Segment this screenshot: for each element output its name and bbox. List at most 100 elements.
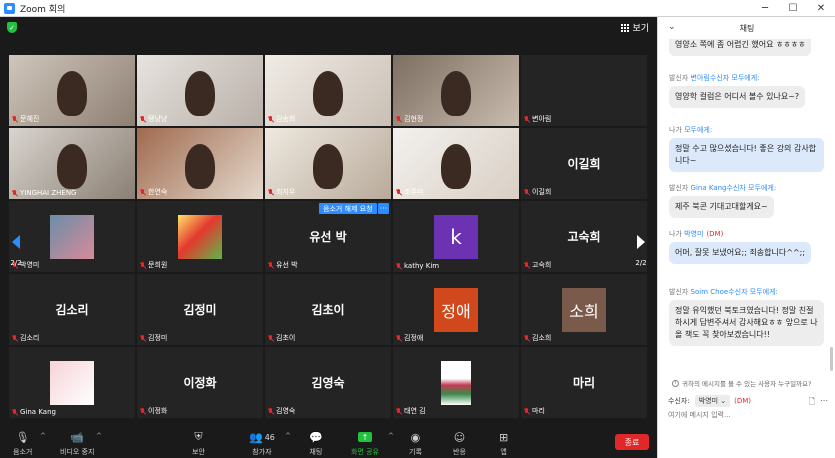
chat-message[interactable]: 영양소 쪽에 좀 어렵긴 했어요 ㅎㅎㅎㅎ	[669, 39, 824, 56]
participant-name-label: 김정애	[396, 333, 423, 343]
participant-name: 김소리	[20, 334, 40, 342]
record-button[interactable]: ◉ 기록	[409, 430, 422, 457]
participant-tile[interactable]: 이정화 이정화	[137, 347, 263, 418]
chat-message[interactable]: 발신자 Soim Choe수신자 모두에게: 정말 유익했던 북토크였습니다! 정…	[669, 287, 824, 346]
audio-options-caret[interactable]: ^	[40, 432, 46, 440]
close-button[interactable]: ✕	[807, 0, 835, 17]
participant-name-label: 김송희	[268, 114, 295, 124]
sender-name[interactable]: 박영미	[684, 230, 703, 238]
muted-microphone-icon	[524, 115, 530, 123]
participant-tile[interactable]: Gina Kang	[9, 347, 135, 418]
participant-name-label: 김현정	[396, 114, 423, 124]
participants-button[interactable]: 👥 46 참가자	[249, 430, 275, 457]
participant-tile[interactable]: 문혜진	[9, 55, 135, 126]
view-button-label: 보기	[632, 24, 649, 34]
participant-tile[interactable]: 김초이 김초이	[265, 274, 391, 345]
video-options-caret[interactable]: ^	[96, 432, 102, 440]
avatar: k	[434, 214, 478, 259]
participant-tile[interactable]: 김정미 김정미	[137, 274, 263, 345]
participant-figure	[312, 70, 343, 116]
sender-prefix: 발신자	[669, 288, 691, 296]
participant-tile[interactable]: 이길희 이길희	[521, 128, 647, 199]
chat-message[interactable]: 발신자 변아림수신자 모두에게: 영양학 컬럼은 어디서 볼수 있나요~?	[669, 73, 824, 108]
participant-tile[interactable]: k kathy Kim	[393, 201, 519, 272]
participant-name: 조주미	[404, 188, 424, 196]
participant-tile[interactable]: 태연 김	[393, 347, 519, 418]
minimize-button[interactable]: ─	[751, 0, 779, 17]
avatar: 정애	[434, 287, 478, 332]
participants-options-caret[interactable]: ^	[285, 432, 291, 440]
participant-name-label: 태연 김	[396, 406, 426, 416]
privacy-notice[interactable]: i 귀하의 메시지를 볼 수 있는 사용자 누구일까요?	[658, 376, 835, 390]
chat-message-input[interactable]	[668, 411, 828, 419]
end-meeting-button[interactable]: 종료	[615, 434, 649, 450]
stop-video-button[interactable]: 📹 비디오 중지	[60, 430, 94, 457]
more-icon[interactable]: ⋯	[820, 396, 828, 410]
page-indicator-left: 2/2	[10, 259, 22, 267]
participant-tile[interactable]: 탱냥냥	[137, 55, 263, 126]
muted-microphone-icon	[524, 334, 530, 342]
participant-name-label: 이정화	[140, 406, 167, 416]
view-button[interactable]: 보기	[621, 21, 649, 34]
muted-microphone-icon	[268, 334, 274, 342]
recipient-select[interactable]: 박영미 ⌄	[694, 395, 731, 407]
chat-bubble: 정말 유익했던 북토크였습니다! 정말 친절하시게 답변주셔서 감사해요ㅎㅎ 앞…	[669, 300, 824, 346]
previous-page-button[interactable]: 2/2	[7, 227, 25, 271]
mute-button[interactable]: 🎙 음소거	[13, 430, 32, 457]
participant-tile[interactable]: YINGHAI ZHENG	[9, 128, 135, 199]
reactions-button[interactable]: ☺ 반응	[453, 430, 466, 457]
participant-name: 김영숙	[276, 407, 296, 415]
participant-tile[interactable]: 소희 김소희	[521, 274, 647, 345]
next-page-button[interactable]: 2/2	[632, 227, 650, 271]
maximize-button[interactable]: ☐	[779, 0, 807, 17]
participant-tile[interactable]: 변아림	[521, 55, 647, 126]
video-area: ✓ 보기 문혜진 탱냥냥 김송희 김현정 변아림 YINGHAI ZHENG 한연숙 최지우 조…	[0, 17, 657, 427]
participant-name: 한연숙	[148, 188, 168, 196]
participant-tile[interactable]: 마리 마리	[521, 347, 647, 418]
sender-name[interactable]: 모두에게:	[684, 126, 712, 134]
share-screen-button[interactable]: ↑ 화면 공유	[351, 430, 379, 457]
participant-tile[interactable]: 김영숙 김영숙	[265, 347, 391, 418]
participant-tile[interactable]: 문희원	[137, 201, 263, 272]
participant-tile[interactable]: 한연숙	[137, 128, 263, 199]
participant-name-label: 변아림	[524, 114, 551, 124]
security-button[interactable]: ⛨ 보안	[192, 430, 205, 457]
participant-tile[interactable]: 고숙희 고숙희	[521, 201, 647, 272]
participant-name-label: 김초이	[268, 333, 295, 343]
file-icon[interactable]: 🗋	[809, 396, 815, 410]
info-icon: i	[672, 379, 679, 387]
chat-messages[interactable]: 영양소 쪽에 좀 어렵긴 했어요 ㅎㅎㅎㅎ 발신자 변아림수신자 모두에게: 영양학…	[658, 39, 835, 377]
top-strip: ✓ 보기	[0, 17, 657, 39]
participant-tile[interactable]: 김현정	[393, 55, 519, 126]
sender-name[interactable]: Soim Choe	[691, 288, 729, 296]
page-indicator-right: 2/2	[635, 259, 647, 267]
sender-prefix: 나가	[669, 126, 685, 134]
participant-tile[interactable]: 박영미	[9, 201, 135, 272]
chat-message[interactable]: 발신자 Gina Kang수신자 모두에게: 제주 북콘 기대고대할게요~	[669, 183, 824, 218]
participant-figure	[184, 70, 215, 116]
participant-tile[interactable]: 김소리 김소리	[9, 274, 135, 345]
request-unmute-button[interactable]: 음소거 해제 요청	[319, 203, 377, 214]
participant-tile[interactable]: 정애김정애	[393, 274, 519, 345]
chat-message[interactable]: 나가 박영미 (DM) 어머, 잘못 보냈어요;; 죄송합니다^^;;	[669, 229, 824, 264]
more-options-button[interactable]: ···	[378, 203, 389, 214]
chat-button[interactable]: 💬 채팅	[309, 430, 323, 457]
chat-scrollbar[interactable]	[830, 347, 833, 371]
chat-message[interactable]: 나가 모두에게: 정말 수고 많으셨습니다! 좋은 강의 감사합니다~	[669, 125, 824, 172]
apps-button[interactable]: ⊞ 앱	[499, 430, 508, 457]
sender-name[interactable]: 변아림	[691, 74, 710, 82]
chat-bubble: 제주 북콘 기대고대할게요~	[669, 196, 774, 218]
muted-microphone-icon	[12, 189, 18, 197]
participant-name-label: 고숙희	[524, 260, 551, 270]
sender-prefix: 발신자	[669, 184, 691, 192]
participant-tile[interactable]: 조주미	[393, 128, 519, 199]
chevron-down-icon[interactable]: ⌄	[668, 22, 676, 32]
sender-name[interactable]: Gina Kang	[691, 184, 727, 192]
participant-name-label: 이길희	[524, 187, 551, 197]
participant-tile[interactable]: 최지우	[265, 128, 391, 199]
video-camera-icon: 📹	[70, 430, 85, 444]
encryption-shield-icon[interactable]: ✓	[7, 22, 17, 33]
chat-panel: ⌄ 채팅 영양소 쪽에 좀 어렵긴 했어요 ㅎㅎㅎㅎ 발신자 변아림수신자 모두에…	[657, 17, 835, 458]
share-options-caret[interactable]: ^	[388, 432, 394, 440]
participant-tile[interactable]: 김송희	[265, 55, 391, 126]
